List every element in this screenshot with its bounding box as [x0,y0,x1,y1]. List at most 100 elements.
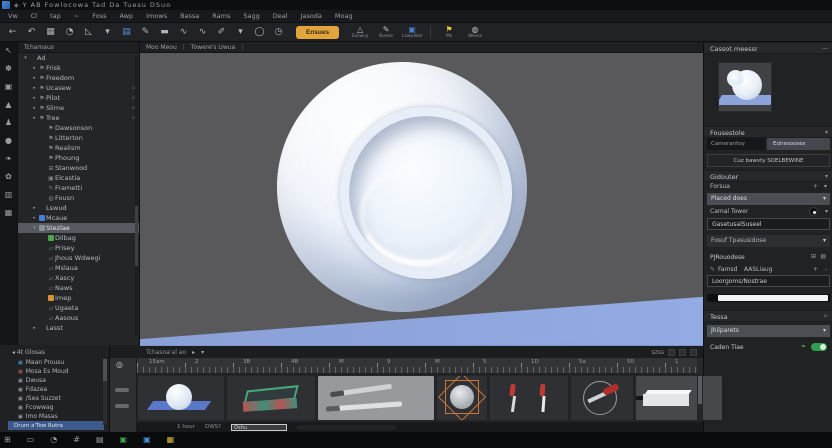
thumb-knives[interactable] [318,376,434,420]
radio-button[interactable] [809,207,818,216]
collapse-icon[interactable]: ▸ [31,105,38,111]
tree-item-ucasew[interactable]: ▸⚑Ucasew▫ [18,83,139,93]
scene-icon[interactable]: ▦ [41,25,60,39]
expand-icon[interactable]: ▾ [22,55,29,61]
corner-icon[interactable]: ◺ [79,25,98,39]
section-tessa[interactable]: Tessa✧ [704,310,832,322]
view-option-icon[interactable] [690,349,697,356]
photo-icon[interactable]: ▣ [5,82,13,91]
timeline-handle[interactable] [115,404,129,408]
layers-scrollbar[interactable] [103,359,107,425]
path-input[interactable]: Loorgoms/Nostrae [707,275,830,287]
person-icon[interactable]: ♟ [5,118,12,127]
thumb-dial[interactable] [571,376,633,420]
notepad-icon[interactable]: ▤ [117,25,136,39]
thumb-wire-sphere[interactable] [437,376,487,420]
pencil-icon[interactable]: ✎ [136,25,155,39]
sheet-icon[interactable]: ▣ [120,435,128,445]
tree-item-jhous-wdwegi[interactable]: ▱Jhous Wdwegi [18,253,139,263]
add-icon[interactable]: + [813,183,818,190]
layer-item-mosa-es-moud[interactable]: ▣Mosa Es Moud [0,367,109,376]
tree-item-prisey[interactable]: ▱Prisey [18,243,139,253]
layer-item-fcowwag[interactable]: ▣Fcowwag [0,403,109,412]
layer-item-maan-prousu[interactable]: ▣Maan Prousu [0,358,109,367]
tree-item-naws[interactable]: ▱Naws [18,283,139,293]
preset-dropdown[interactable]: Placed does ▾ [707,193,830,205]
footer-track[interactable] [297,425,397,430]
tree-item-ugaeta[interactable]: ▱Ugaeta [18,303,139,313]
flower-icon[interactable]: ✽ [5,64,12,73]
fabric-icon[interactable]: ▥ [5,190,13,199]
hash-icon[interactable]: # [73,435,80,445]
timeline-handle[interactable] [115,388,129,392]
tree-item-lasst[interactable]: ▸Lasst [18,323,139,333]
tree-item-tree[interactable]: ▸⚑Tree▫ [18,113,139,123]
tree-item-dilbag[interactable]: Dilbag [18,233,139,243]
timeline-ruler[interactable]: 15am 23B4BM9M51D5a501 [137,358,697,374]
thumb-white-box[interactable] [636,376,722,420]
tree-item-mslaua[interactable]: ▱Mslaua [18,263,139,273]
undo-icon[interactable]: ↶ [22,25,41,39]
collapse-icon[interactable]: ▸ [31,65,38,71]
caret-icon[interactable]: ▾ [98,25,117,39]
scene-tree-scrollbar[interactable] [135,56,138,336]
menu-item-2[interactable]: Cl [31,12,37,20]
menu-item-13[interactable]: Moag [335,12,353,20]
pen-icon[interactable]: ✐ [212,25,231,39]
tree-item-elcastia[interactable]: ▣Elcastia [18,173,139,183]
clock-icon[interactable]: ◷ [269,25,288,39]
tool-flag[interactable]: ⚑Ms [436,25,462,40]
tree-item-xascy[interactable]: ▱Xascy [18,273,139,283]
tab-environment[interactable]: Ednesooses [767,138,830,150]
tab-camera[interactable]: Camerantoy [707,138,765,150]
section-gidouter[interactable]: Gidouter▾ [704,170,832,182]
viewport-render-area[interactable] [140,53,703,345]
menu-icon[interactable]: ▾ [824,183,827,190]
tree-item-litterton[interactable]: ⚑Litterton [18,133,139,143]
menu-item-1[interactable]: Vw [8,12,18,20]
tool-ink-pen[interactable]: ✎Bvese [373,25,399,40]
menu-item-4[interactable]: ~ [74,12,79,20]
menu-item-10[interactable]: Sagg [243,12,259,20]
layer-item--sea-suzzet[interactable]: ▣/Sea Suzzet [0,394,109,403]
caret2-icon[interactable]: ▾ [231,25,250,39]
collapse-icon[interactable]: ▸ [31,75,38,81]
tool-globe[interactable]: ◍Wesss [462,25,488,40]
layer-item-fdazea[interactable]: ▣Fdazea [0,385,109,394]
tree-item-imep[interactable]: Imep [18,293,139,303]
tree-item-aasous[interactable]: ▱Aasous [18,313,139,323]
view-option-icon[interactable] [679,349,686,356]
zoom-icon[interactable]: ◎ [116,360,123,369]
timeline-scrollbar[interactable] [697,374,703,422]
collapse-icon[interactable]: ▸ [31,205,38,211]
tree-item-frametti[interactable]: ✎Frametti [18,183,139,193]
tessa-dropdown[interactable]: Jhilparets ▾ [707,325,830,337]
ring-icon[interactable]: ◔ [50,435,57,445]
collapse-icon[interactable]: ▸ [31,95,38,101]
view-option-icon[interactable] [668,349,675,356]
collapse-icon[interactable]: ▸ [31,215,38,221]
collapse-icon[interactable]: ▸ [31,85,38,91]
menu-item-9[interactable]: Rams [212,12,230,20]
exposure-slider[interactable] [707,294,830,302]
list-toggle-icon[interactable]: ▤ [820,253,826,260]
decrement-icon[interactable]: - [825,266,827,273]
link-icon[interactable]: ▾ [825,208,828,215]
layer-item-imo-masas[interactable]: ▣Imo Masas [0,412,109,421]
menu-item-8[interactable]: Bassa [180,12,199,20]
panel-header[interactable]: Cassot meessr— [704,42,832,54]
play-icon[interactable]: ▸ [192,349,195,356]
tree-item-mcaue[interactable]: ▸Mcaue [18,213,139,223]
edit-icon[interactable]: ✎ [710,266,715,273]
tree-item-realism[interactable]: ⚑Realism [18,143,139,153]
menu-item-6[interactable]: Awp [120,12,134,20]
menu-item-3[interactable]: tap [50,12,61,20]
boot-icon[interactable]: ❧ [5,154,12,163]
increment-icon[interactable]: + [813,266,818,273]
tree-item-lswud[interactable]: ▸Lswud [18,203,139,213]
thumb-sphere-scene[interactable] [138,376,224,420]
expand-icon[interactable]: ▾ [31,225,38,231]
name-input[interactable]: GasetusalSuseel [707,218,830,230]
layer-item-dwusa[interactable]: ▣Dwusa [0,376,109,385]
viewport-tab-2[interactable]: Towere's Uwua [191,44,235,51]
